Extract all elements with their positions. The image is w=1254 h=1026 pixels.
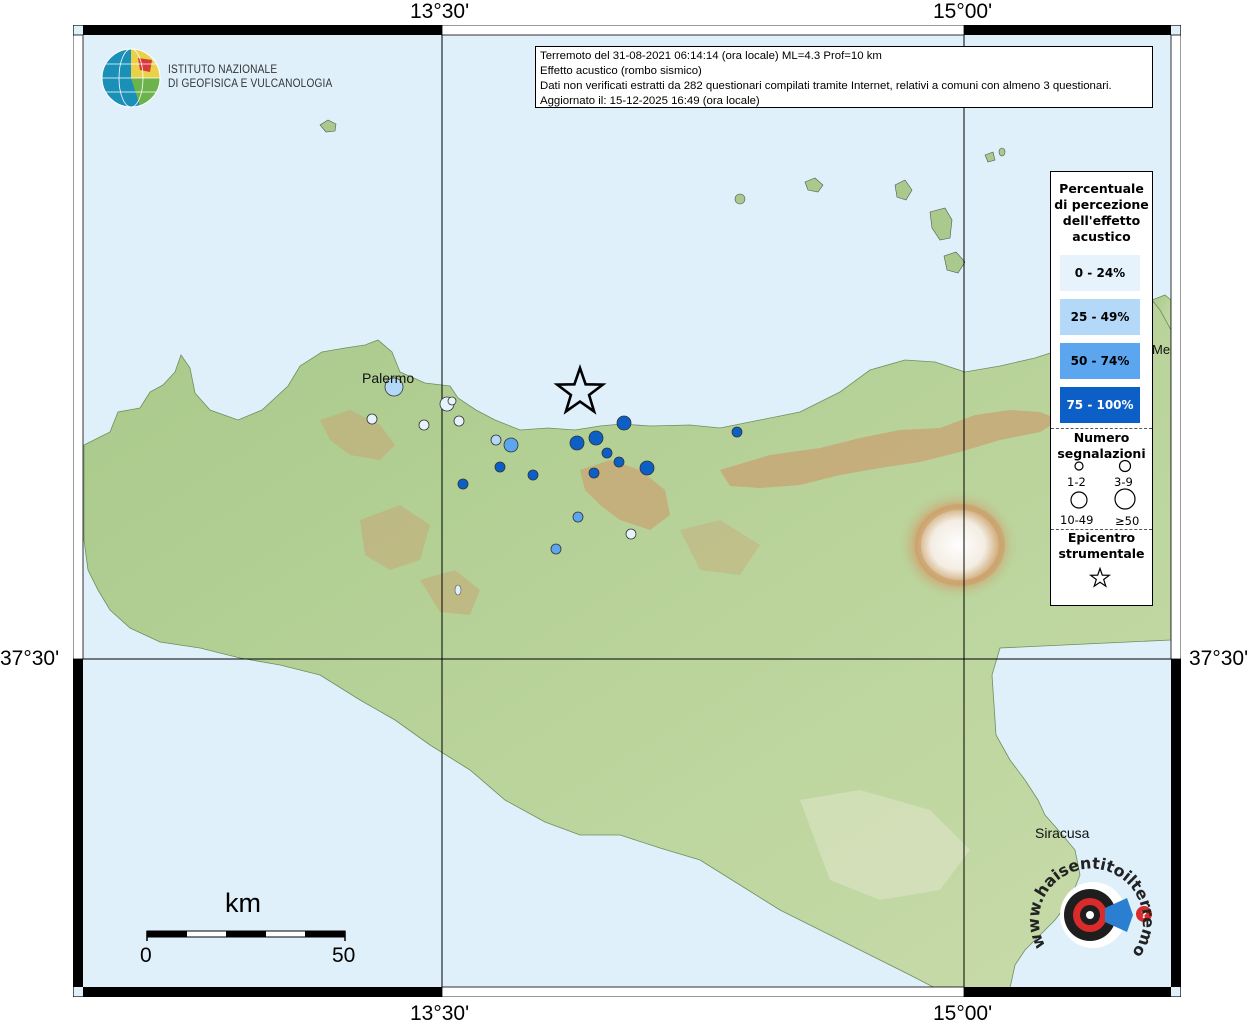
- left-lat-label: 37°30': [0, 647, 60, 670]
- lake: [454, 584, 462, 596]
- legend-count-1-2: 1-2: [1067, 475, 1086, 489]
- count-symbol-xlarge: [1114, 488, 1136, 510]
- obs-point[interactable]: [490, 434, 502, 446]
- obs-point[interactable]: [453, 415, 465, 427]
- logo-line-1: ISTITUTO NAZIONALE: [168, 64, 278, 76]
- legend-class-0-24: 0 - 24%: [1060, 255, 1140, 291]
- legend-count-50plus: ≥50: [1115, 514, 1140, 528]
- obs-point[interactable]: [366, 413, 378, 425]
- event-effect: Effetto acustico (rombo sismico): [540, 65, 702, 77]
- stromboli-island: [998, 147, 1006, 157]
- obs-point[interactable]: [569, 435, 585, 451]
- right-lat-label: 37°30': [1189, 647, 1249, 670]
- scale-max: 50: [332, 944, 356, 967]
- map-canvas: ? www.haisentitoilterremoto.it: [73, 25, 1181, 997]
- count-symbol-medium: [1118, 459, 1132, 473]
- bottom-lon-label-1500: 15°00': [933, 1002, 993, 1025]
- place-label-palermo: Palermo: [362, 370, 415, 386]
- legend-class-75-100: 75 - 100%: [1060, 387, 1140, 423]
- obs-point[interactable]: [550, 543, 562, 555]
- top-lon-label-1500: 15°00': [933, 0, 993, 23]
- legend-count-3-9: 3-9: [1114, 475, 1133, 489]
- legend-separator: [1051, 428, 1152, 429]
- legend-count-10-49: 10-49: [1060, 513, 1094, 527]
- obs-point[interactable]: [457, 478, 469, 490]
- obs-point[interactable]: [588, 467, 600, 479]
- event-data-note: Dati non verificati estratti da 282 ques…: [540, 80, 1112, 92]
- event-updated: Aggiornato il: 15-12-2025 16:49 (ora loc…: [540, 95, 760, 107]
- event-title: Terremoto del 31-08-2021 06:14:14 (ora l…: [540, 50, 882, 62]
- count-symbol-small: [1074, 461, 1084, 471]
- ingv-globe-icon: [101, 48, 161, 108]
- obs-point[interactable]: [503, 437, 519, 453]
- count-symbol-large: [1070, 491, 1088, 509]
- logo-line-2: DI GEOFISICA E VULCANOLOGIA: [168, 78, 333, 90]
- top-lon-label-1330: 13°30': [410, 0, 470, 23]
- obs-point[interactable]: [613, 456, 625, 468]
- event-info-box: Terremoto del 31-08-2021 06:14:14 (ora l…: [535, 46, 1153, 108]
- obs-point[interactable]: [639, 460, 655, 476]
- place-label-messina: Messi: [1152, 342, 1171, 357]
- scale-min: 0: [140, 944, 152, 967]
- obs-point[interactable]: [588, 430, 604, 446]
- obs-point[interactable]: [418, 419, 430, 431]
- legend: Percentuale di percezione dell'effetto a…: [1050, 171, 1153, 606]
- star-icon: [1089, 567, 1111, 588]
- obs-point[interactable]: [731, 426, 743, 438]
- legend-class-50-74: 50 - 74%: [1060, 343, 1140, 379]
- legend-title: Percentuale di percezione dell'effetto a…: [1054, 181, 1149, 244]
- legend-class-25-49: 25 - 49%: [1060, 299, 1140, 335]
- alicudi-island: [734, 193, 746, 205]
- obs-point[interactable]: [527, 469, 539, 481]
- ingv-logo-text: ISTITUTO NAZIONALE DI GEOFISICA E VULCAN…: [168, 63, 332, 91]
- obs-point[interactable]: [601, 447, 613, 459]
- obs-point[interactable]: [572, 511, 584, 523]
- bottom-lon-label-1330: 13°30': [410, 1002, 470, 1025]
- legend-epicenter-title: Epicentro strumentale: [1058, 530, 1145, 561]
- scale-unit: km: [225, 888, 261, 918]
- obs-point[interactable]: [616, 415, 632, 431]
- obs-point[interactable]: [625, 528, 637, 540]
- map-frame: ? www.haisentitoilterremoto.it: [73, 25, 1181, 997]
- place-label-siracusa: Siracusa: [1035, 825, 1090, 841]
- obs-point[interactable]: [447, 396, 457, 406]
- obs-point[interactable]: [494, 461, 506, 473]
